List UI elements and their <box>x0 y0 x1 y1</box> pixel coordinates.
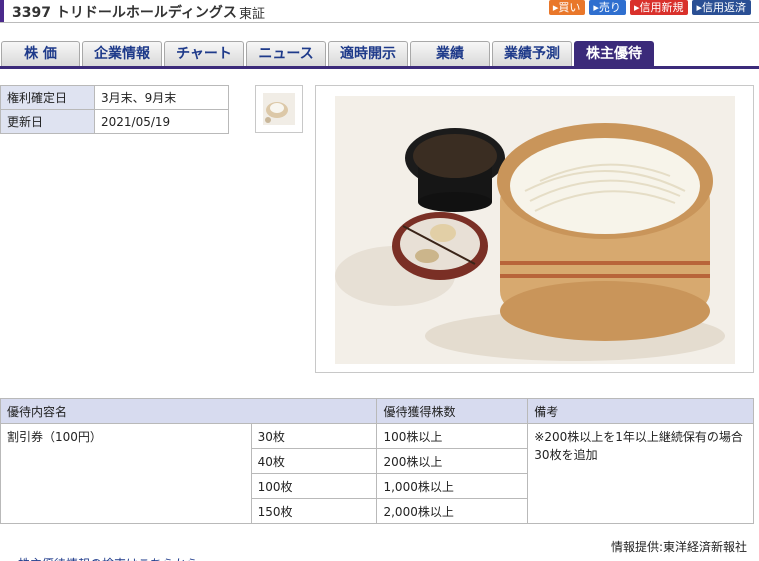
sell-button[interactable]: ▸売り <box>589 0 626 15</box>
tab-forecast[interactable]: 業績予測 <box>492 41 572 66</box>
header-accent-bar <box>0 0 4 22</box>
benefit-count: 40枚 <box>250 448 378 474</box>
benefit-info-table: 権利確定日 3月末、9月末 更新日 2021/05/19 <box>0 85 229 134</box>
buy-button[interactable]: ▸買い <box>548 0 586 15</box>
benefits-table: 優待内容名 優待獲得株数 備考 割引券（100円） 30枚 100株以上 ※20… <box>0 398 754 524</box>
tab-underline <box>0 66 759 69</box>
trade-actions: ▸買い ▸売り ▸信用新規 ▸信用返済 <box>548 0 751 15</box>
margin-new-button[interactable]: ▸信用新規 <box>629 0 689 15</box>
tab-news[interactable]: ニュース <box>246 41 326 66</box>
updated-value: 2021/05/19 <box>94 109 229 134</box>
table-row: 割引券（100円） 30枚 100株以上 ※200株以上を1年以上継続保有の場合… <box>0 423 754 524</box>
tab-bar: 株 価 企業情報 チャート ニュース 適時開示 業績 業績予測 株主優待 <box>0 41 759 67</box>
benefit-shares: 1,000株以上 <box>376 473 529 499</box>
header-divider <box>0 22 759 23</box>
udon-photo-illustration <box>335 96 735 364</box>
benefit-note: ※200株以上を1年以上継続保有の場合30枚を追加 <box>527 423 754 524</box>
data-credit: 情報提供:東洋経済新報社 <box>610 540 747 554</box>
page-header: 3397 トリドールホールディングス 東証 ▸買い ▸売り ▸信用新規 ▸信用返… <box>0 0 759 24</box>
stock-title: 3397 トリドールホールディングス <box>12 5 237 21</box>
tab-results[interactable]: 業績 <box>410 41 490 66</box>
benefit-photo <box>315 85 754 373</box>
benefit-shares: 100株以上 <box>376 423 529 449</box>
tab-chart[interactable]: チャート <box>164 41 244 66</box>
tab-stock-price[interactable]: 株 価 <box>1 41 80 66</box>
col-header-note: 備考 <box>527 398 754 424</box>
benefit-shares: 200株以上 <box>376 448 529 474</box>
tab-company-info[interactable]: 企業情報 <box>82 41 162 66</box>
benefit-count: 100枚 <box>250 473 378 499</box>
record-date-value: 3月末、9月末 <box>94 85 229 110</box>
market-label: 東証 <box>239 7 266 22</box>
benefit-count: 30枚 <box>250 423 378 449</box>
tab-shareholder-benefits[interactable]: 株主優待 <box>574 41 654 66</box>
benefit-count: 150枚 <box>250 498 378 524</box>
table-row: 権利確定日 3月末、9月末 <box>0 85 229 110</box>
tab-disclosure[interactable]: 適時開示 <box>328 41 408 66</box>
col-header-shares: 優待獲得株数 <box>376 398 529 424</box>
table-header-row: 優待内容名 優待獲得株数 備考 <box>0 398 754 424</box>
thumbnail-image[interactable] <box>255 85 303 133</box>
col-header-benefit-name: 優待内容名 <box>0 398 378 424</box>
updated-label: 更新日 <box>0 109 95 134</box>
benefit-search-link[interactable]: 株主優待情報の検索はこちらから <box>18 555 198 561</box>
benefit-shares: 2,000株以上 <box>376 498 529 524</box>
margin-repay-button[interactable]: ▸信用返済 <box>692 0 751 15</box>
benefit-name: 割引券（100円） <box>0 423 252 524</box>
table-row: 更新日 2021/05/19 <box>0 109 229 134</box>
record-date-label: 権利確定日 <box>0 85 95 110</box>
